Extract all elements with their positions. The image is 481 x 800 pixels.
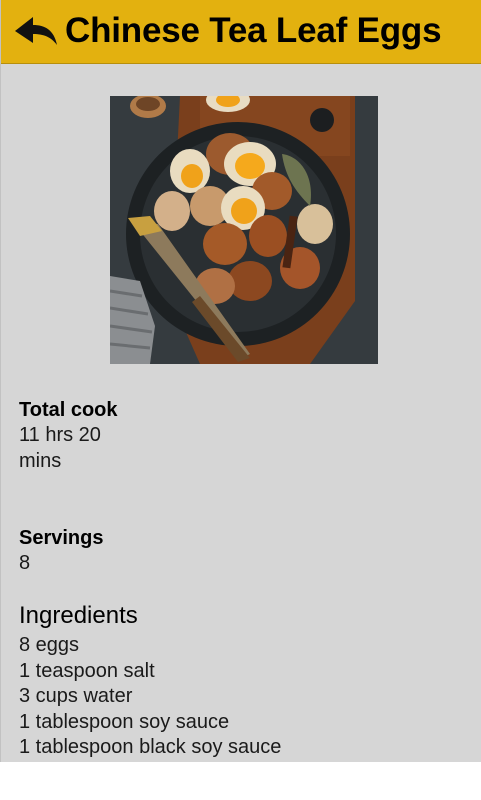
recipe-screen: Chinese Tea Leaf Eggs Total cook 11 hrs … xyxy=(0,0,481,762)
app-header: Chinese Tea Leaf Eggs xyxy=(1,0,481,64)
servings-label: Servings xyxy=(19,527,104,549)
page-title: Chinese Tea Leaf Eggs xyxy=(65,11,442,50)
servings-value: 8 xyxy=(19,552,31,574)
recipe-photo xyxy=(110,96,378,364)
ingredients-list: 8 eggs 1 teaspoon salt 3 cups water 1 ta… xyxy=(19,633,281,761)
ingredient-item: 1 teaspoon salt xyxy=(19,659,155,682)
ingredient-item: 1 tablespoon soy sauce xyxy=(19,710,230,733)
ingredient-item: 3 cups water xyxy=(19,685,133,707)
ingredient-item: 8 eggs xyxy=(19,634,80,656)
back-button[interactable] xyxy=(12,12,60,52)
ingredients-heading: Ingredients xyxy=(19,602,138,629)
ingredient-item: 1 tablespoon black soy sauce xyxy=(19,736,282,758)
reply-arrow-icon xyxy=(15,17,57,45)
total-cook-value: 11 hrs 20 mins xyxy=(19,424,101,472)
total-cook-label: Total cook xyxy=(19,399,118,421)
